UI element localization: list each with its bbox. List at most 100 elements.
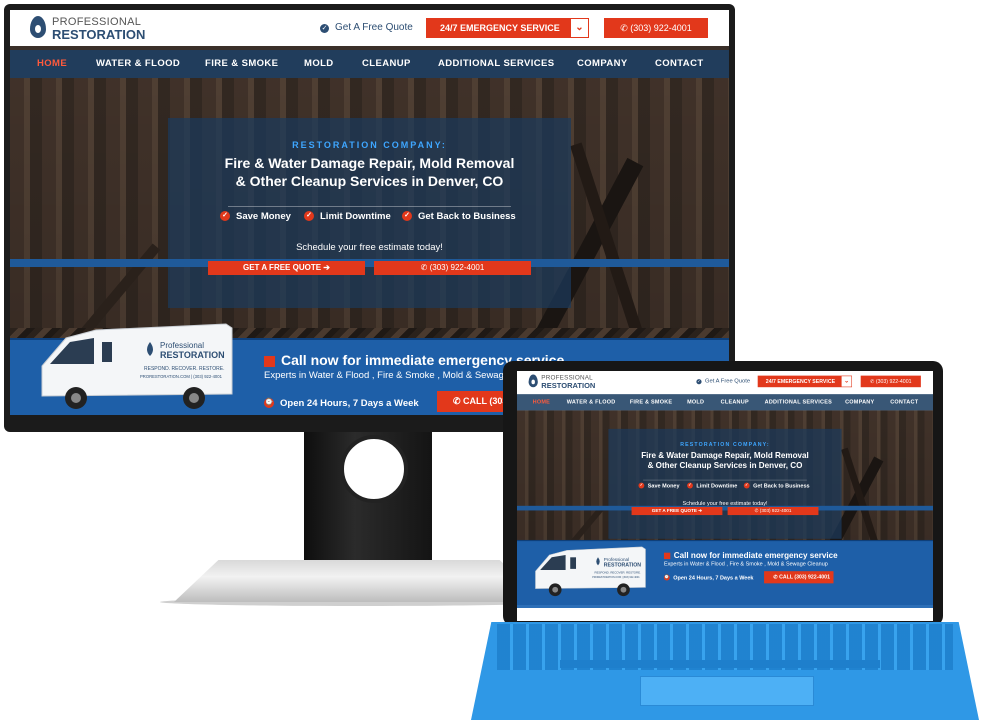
nav-item-company[interactable]: COMPANY bbox=[577, 50, 628, 78]
hero-phone-button[interactable]: ✆ (303) 922-4001 bbox=[727, 506, 819, 516]
emergency-service-dropdown[interactable]: 24/7 EMERGENCY SERVICE ⌄ bbox=[757, 375, 853, 388]
hero-quote-button[interactable]: GET A FREE QUOTE ➔ bbox=[208, 261, 365, 275]
clock-icon: ⌚ bbox=[264, 398, 274, 409]
benefit-item: ✓ Save Money bbox=[638, 482, 680, 490]
van-logo-line1: Professional bbox=[604, 557, 629, 562]
hero-divider bbox=[228, 206, 511, 207]
monitor-stand-hole bbox=[340, 435, 408, 503]
nav-item-contact[interactable]: CONTACT bbox=[655, 50, 704, 78]
nav-item-fire-smoke[interactable]: FIRE & SMOKE bbox=[630, 394, 672, 410]
band-call-button[interactable]: ✆ CALL (303) 922-4001 bbox=[764, 571, 834, 584]
nav-item-fire-smoke[interactable]: FIRE & SMOKE bbox=[205, 50, 278, 78]
hero-phone-button[interactable]: ✆ (303) 922-4001 bbox=[374, 261, 531, 275]
van-logo-line2: RESTORATION bbox=[604, 563, 642, 569]
website-desktop: PROFESSIONAL RESTORATION ✓ Get A Free Quo… bbox=[10, 10, 729, 415]
monitor-screen: PROFESSIONAL RESTORATION ✓ Get A Free Quo… bbox=[10, 10, 729, 415]
benefit-item: ✓ Get Back to Business bbox=[402, 211, 516, 222]
site-header: PROFESSIONAL RESTORATION ✓ Get A Free Quo… bbox=[10, 10, 729, 46]
benefit-item: ✓ Limit Downtime bbox=[687, 483, 737, 489]
phone-icon: ✆ bbox=[453, 396, 464, 406]
free-quote-link[interactable]: ✓ Get A Free Quote bbox=[320, 22, 413, 33]
van-logo-line1: Professional bbox=[160, 341, 204, 350]
chevron-down-icon[interactable]: ⌄ bbox=[841, 376, 852, 387]
check-circle-icon: ✓ bbox=[696, 379, 702, 385]
phone-square-icon bbox=[663, 552, 671, 559]
check-circle-icon: ✓ bbox=[638, 482, 645, 489]
header-phone-label: (303) 922-4001 bbox=[875, 378, 912, 385]
nav-item-mold[interactable]: MOLD bbox=[687, 394, 704, 410]
hero-quote-label: GET A FREE QUOTE bbox=[242, 263, 322, 272]
nav-item-additional-services[interactable]: ADDITIONAL SERVICES bbox=[765, 394, 832, 410]
clock-icon: ⌚ bbox=[663, 574, 670, 581]
hero-phone-label: (303) 922-4001 bbox=[429, 263, 485, 272]
open-hours-text: ⌚ Open 24 Hours, 7 Days a Week bbox=[264, 398, 419, 409]
logo-drop-icon[interactable] bbox=[528, 374, 538, 388]
main-nav: HOME WATER & FLOOD FIRE & SMOKE MOLD CLE… bbox=[517, 394, 933, 411]
benefit-label: Get Back to Business bbox=[753, 482, 810, 490]
benefit-label: Save Money bbox=[647, 482, 680, 490]
nav-item-mold[interactable]: MOLD bbox=[304, 50, 334, 78]
service-van-image: Professional RESTORATION RESPOND. RECOVE… bbox=[41, 323, 233, 409]
hero-subtitle: RESTORATION COMPANY: bbox=[292, 140, 447, 150]
check-circle-icon: ✓ bbox=[220, 211, 230, 222]
nav-item-contact[interactable]: CONTACT bbox=[890, 394, 918, 410]
hero-subtitle: RESTORATION COMPANY: bbox=[680, 441, 770, 448]
open-hours-label: Open 24 Hours, 7 Days a Week bbox=[673, 574, 754, 582]
band-call-label: CALL (303) 922-4001 bbox=[779, 574, 830, 580]
logo-drop-icon[interactable] bbox=[30, 16, 46, 38]
phone-icon: ✆ bbox=[620, 23, 631, 33]
nav-item-cleanup[interactable]: CLEANUP bbox=[721, 394, 749, 410]
nav-item-cleanup[interactable]: CLEANUP bbox=[362, 50, 411, 78]
hero-overlay: RESTORATION COMPANY: Fire & Water Damage… bbox=[608, 428, 842, 539]
free-quote-label: Get A Free Quote bbox=[705, 377, 751, 385]
free-quote-label: Get A Free Quote bbox=[335, 22, 413, 33]
hero-quote-button[interactable]: GET A FREE QUOTE ➔ bbox=[631, 506, 723, 516]
header-phone-button[interactable]: ✆ (303) 922-4001 bbox=[604, 18, 708, 38]
chevron-down-icon[interactable]: ⌄ bbox=[571, 19, 588, 37]
check-circle-icon: ✓ bbox=[687, 482, 693, 489]
header-phone-button[interactable]: ✆ (303) 922-4001 bbox=[860, 375, 921, 388]
hero-blue-bar bbox=[517, 505, 933, 511]
main-nav: HOME WATER & FLOOD FIRE & SMOKE MOLD CLE… bbox=[10, 50, 729, 78]
check-circle-icon: ✓ bbox=[743, 482, 750, 489]
nav-item-water-flood[interactable]: WATER & FLOOD bbox=[567, 394, 616, 410]
nav-item-company[interactable]: COMPANY bbox=[845, 394, 874, 410]
call-now-heading: Call now for immediate emergency service bbox=[663, 550, 838, 560]
benefit-item: ✓ Limit Downtime bbox=[304, 211, 391, 222]
hero-overlay: RESTORATION COMPANY: Fire & Water Damage… bbox=[168, 118, 571, 308]
van-tagline: RESPOND. RECOVER. RESTORE. bbox=[144, 366, 224, 372]
hero-title-line1: Fire & Water Damage Repair, Mold Removal bbox=[641, 450, 809, 460]
logo-text-bottom[interactable]: RESTORATION bbox=[52, 27, 145, 42]
van-tagline: RESPOND. RECOVER. RESTORE. bbox=[595, 571, 641, 575]
site-header: PROFESSIONAL RESTORATION ✓ Get A Free Quo… bbox=[517, 371, 933, 392]
emergency-service-label: 24/7 EMERGENCY SERVICE bbox=[440, 23, 560, 33]
hero-title-line2: & Other Cleanup Services in Denver, CO bbox=[647, 460, 803, 470]
emergency-service-label: 24/7 EMERGENCY SERVICE bbox=[765, 378, 836, 385]
tablet-screen: PROFESSIONAL RESTORATION ✓ Get A Free Quo… bbox=[517, 371, 933, 621]
page-below-fold bbox=[517, 605, 933, 621]
nav-item-additional-services[interactable]: ADDITIONAL SERVICES bbox=[438, 50, 555, 78]
nav-item-home[interactable]: HOME bbox=[533, 394, 550, 410]
nav-item-water-flood[interactable]: WATER & FLOOD bbox=[96, 50, 180, 78]
phone-square-icon bbox=[264, 355, 275, 367]
services-subtitle: Experts in Water & Flood , Fire & Smoke … bbox=[663, 560, 828, 568]
hero-schedule-text: Schedule your free estimate today! bbox=[296, 242, 443, 253]
hero-blue-bar bbox=[10, 259, 729, 267]
benefit-item: ✓ Get Back to Business bbox=[743, 482, 810, 490]
nav-item-home[interactable]: HOME bbox=[37, 50, 67, 78]
service-van-image: Professional RESTORATION RESPOND. RECOVE… bbox=[535, 546, 646, 597]
hero-divider bbox=[643, 479, 807, 481]
call-now-label: Call now for immediate emergency service bbox=[673, 550, 838, 560]
van-contact: PRORESTORATION.COM | (303) 922-4001 bbox=[140, 374, 223, 379]
hero-phone-label: (303) 922-4001 bbox=[759, 508, 792, 514]
emergency-service-dropdown[interactable]: 24/7 EMERGENCY SERVICE ⌄ bbox=[426, 18, 589, 38]
benefit-label: Get Back to Business bbox=[418, 211, 516, 222]
check-circle-icon: ✓ bbox=[320, 24, 329, 33]
logo-text-bottom[interactable]: RESTORATION bbox=[541, 381, 595, 390]
open-hours-label: Open 24 Hours, 7 Days a Week bbox=[280, 398, 419, 409]
check-circle-icon: ✓ bbox=[402, 211, 412, 222]
check-circle-icon: ✓ bbox=[304, 211, 314, 222]
van-contact: PRORESTORATION.COM | (303) 922-4001 bbox=[592, 576, 640, 579]
free-quote-link[interactable]: ✓ Get A Free Quote bbox=[696, 377, 751, 385]
benefit-label: Limit Downtime bbox=[696, 482, 738, 490]
